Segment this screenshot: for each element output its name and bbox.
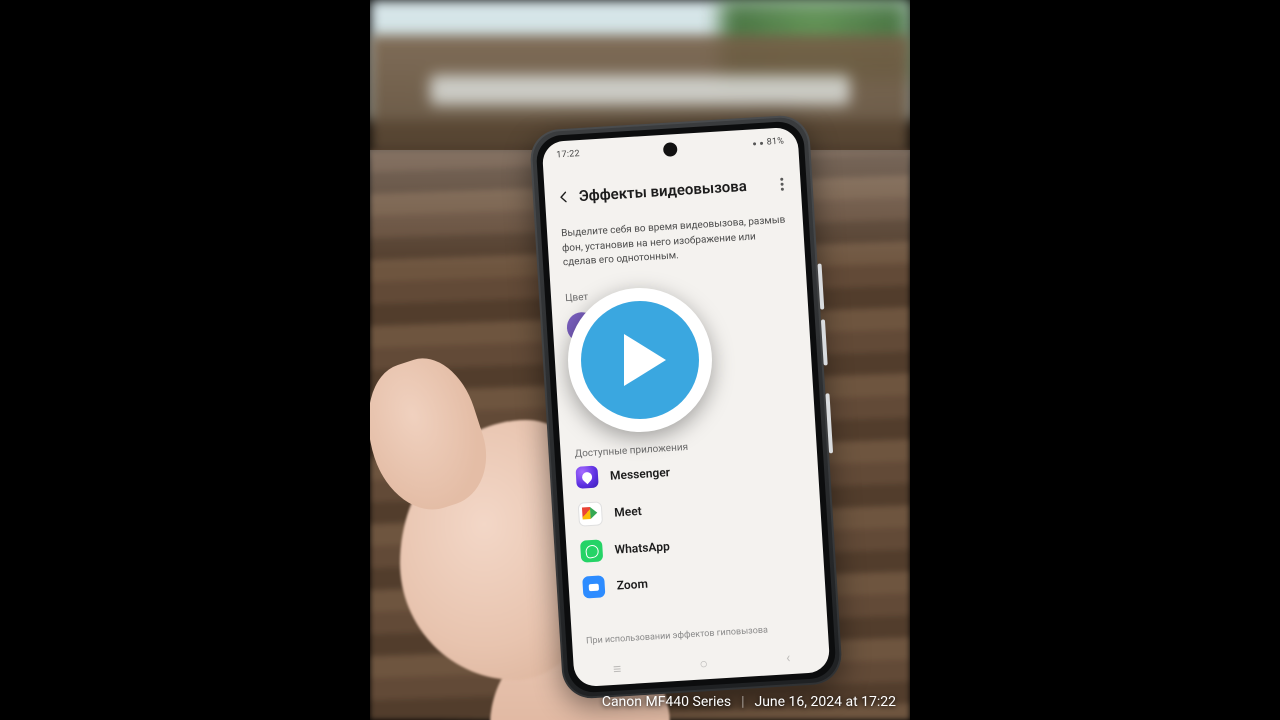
- caption-datetime: June 16, 2024 at 17:22: [754, 694, 896, 710]
- whatsapp-icon: [580, 539, 603, 562]
- status-time: 17:22: [556, 149, 580, 160]
- nav-recent-icon[interactable]: ≡: [613, 660, 622, 677]
- more-menu-button[interactable]: [772, 177, 791, 191]
- nav-back-icon[interactable]: ‹: [786, 650, 791, 666]
- status-icon: [760, 141, 763, 144]
- android-nav-bar: ≡ ○ ‹: [573, 640, 830, 688]
- app-name: Messenger: [610, 465, 671, 483]
- meet-icon: [578, 501, 603, 526]
- zoom-icon: [582, 575, 605, 598]
- app-row-messenger[interactable]: Messenger: [575, 453, 804, 489]
- pillarbox-right: [910, 0, 1280, 720]
- app-list: Messenger Meet WhatsApp Zoom: [575, 453, 811, 599]
- status-icon: [753, 142, 756, 145]
- play-icon: [581, 301, 699, 419]
- app-name: Zoom: [616, 577, 648, 593]
- chevron-left-icon: [557, 190, 572, 205]
- app-name: WhatsApp: [614, 539, 670, 556]
- section-label-color: Цвет: [565, 292, 589, 304]
- pillarbox-left: [0, 0, 370, 720]
- page-title: Эффекты видеовызова: [578, 175, 773, 205]
- caption-overlay: Canon MF440 Series | June 16, 2024 at 17…: [602, 694, 896, 710]
- app-row-whatsapp[interactable]: WhatsApp: [580, 527, 809, 563]
- back-button[interactable]: [554, 188, 573, 207]
- page-description: Выделите себя во время видеовызова, разм…: [561, 213, 791, 270]
- app-header: Эффекты видеовызова: [544, 161, 802, 221]
- section-label-apps: Доступные приложения: [574, 442, 688, 460]
- app-row-meet[interactable]: Meet: [578, 489, 807, 527]
- nav-home-icon[interactable]: ○: [699, 655, 708, 672]
- play-button[interactable]: [568, 288, 712, 432]
- app-row-zoom[interactable]: Zoom: [582, 563, 811, 599]
- caption-separator: |: [741, 694, 744, 710]
- app-name: Meet: [614, 504, 642, 520]
- video-frame: 17:22 81% Эффекты видеовызова Выделите с…: [370, 0, 910, 720]
- messenger-icon: [575, 466, 598, 489]
- caption-device: Canon MF440 Series: [602, 694, 731, 710]
- status-battery: 81%: [766, 137, 784, 148]
- video-thumbnail: 17:22 81% Эффекты видеовызова Выделите с…: [0, 0, 1280, 720]
